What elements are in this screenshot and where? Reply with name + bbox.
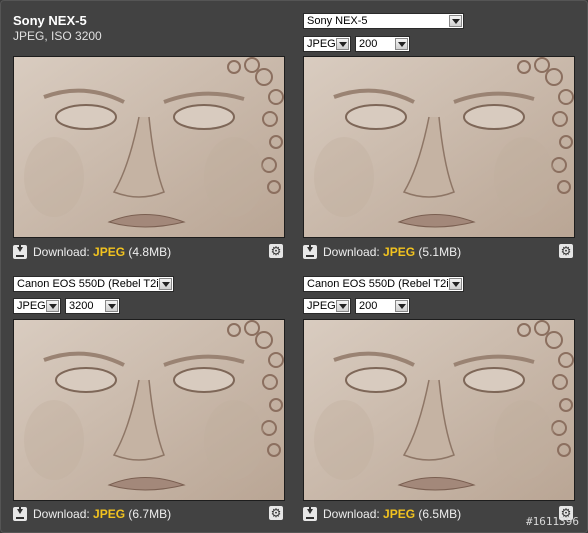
download-format: JPEG (383, 245, 416, 259)
format-select-value: JPEG (307, 300, 336, 312)
camera-select[interactable]: Sony NEX-5 (303, 13, 464, 29)
sample-image (13, 56, 285, 238)
download-link[interactable]: Download: JPEG (4.8MB) (13, 244, 171, 260)
chevron-down-icon (105, 300, 118, 312)
iso-select[interactable]: 200 (355, 298, 410, 314)
format-select-value: JPEG (307, 38, 336, 50)
download-format: JPEG (383, 507, 416, 521)
chevron-down-icon (449, 278, 462, 290)
download-label: Download: (33, 507, 90, 521)
sample-image (303, 56, 575, 238)
chevron-down-icon (336, 38, 349, 50)
download-label: Download: (323, 245, 380, 259)
chevron-down-icon (449, 15, 462, 27)
download-format: JPEG (93, 245, 126, 259)
download-icon (13, 245, 27, 259)
download-icon (13, 507, 27, 521)
download-size: (5.1MB) (418, 245, 462, 259)
gear-icon[interactable]: ⚙ (559, 244, 573, 258)
download-icon (303, 245, 317, 259)
camera-select-value: Canon EOS 550D (Rebel T2i) (307, 278, 453, 290)
comparison-widget: Sony NEX-5 JPEG, ISO 3200 Sony NEX-5 JPE… (0, 0, 588, 533)
chevron-down-icon (159, 278, 172, 290)
chevron-down-icon (395, 300, 408, 312)
camera-title: Sony NEX-5 (13, 13, 87, 28)
sample-image (303, 319, 575, 501)
download-label: Download: (33, 245, 90, 259)
iso-select-value: 3200 (69, 300, 94, 312)
gear-icon[interactable]: ⚙ (269, 244, 283, 258)
download-link[interactable]: Download: JPEG (5.1MB) (303, 244, 461, 260)
download-icon (303, 507, 317, 521)
camera-settings: JPEG, ISO 3200 (13, 29, 102, 43)
iso-select-value: 200 (359, 300, 378, 312)
iso-select[interactable]: 200 (355, 36, 410, 52)
download-format: JPEG (93, 507, 126, 521)
format-select[interactable]: JPEG (303, 36, 351, 52)
download-link[interactable]: Download: JPEG (6.5MB) (303, 506, 461, 522)
gear-icon[interactable]: ⚙ (269, 506, 283, 520)
iso-select[interactable]: 3200 (65, 298, 120, 314)
chevron-down-icon (336, 300, 349, 312)
download-size: (6.7MB) (128, 507, 172, 521)
download-link[interactable]: Download: JPEG (6.7MB) (13, 506, 171, 522)
camera-select-value: Canon EOS 550D (Rebel T2i) (17, 278, 163, 290)
format-select[interactable]: JPEG (13, 298, 61, 314)
download-label: Download: (323, 507, 380, 521)
watermark: #1611396 (526, 515, 579, 528)
download-size: (6.5MB) (418, 507, 462, 521)
chevron-down-icon (46, 300, 59, 312)
download-size: (4.8MB) (128, 245, 172, 259)
camera-select-value: Sony NEX-5 (307, 15, 368, 27)
iso-select-value: 200 (359, 38, 378, 50)
format-select[interactable]: JPEG (303, 298, 351, 314)
format-select-value: JPEG (17, 300, 46, 312)
camera-select[interactable]: Canon EOS 550D (Rebel T2i) (303, 276, 464, 292)
chevron-down-icon (395, 38, 408, 50)
camera-select[interactable]: Canon EOS 550D (Rebel T2i) (13, 276, 174, 292)
sample-image (13, 319, 285, 501)
